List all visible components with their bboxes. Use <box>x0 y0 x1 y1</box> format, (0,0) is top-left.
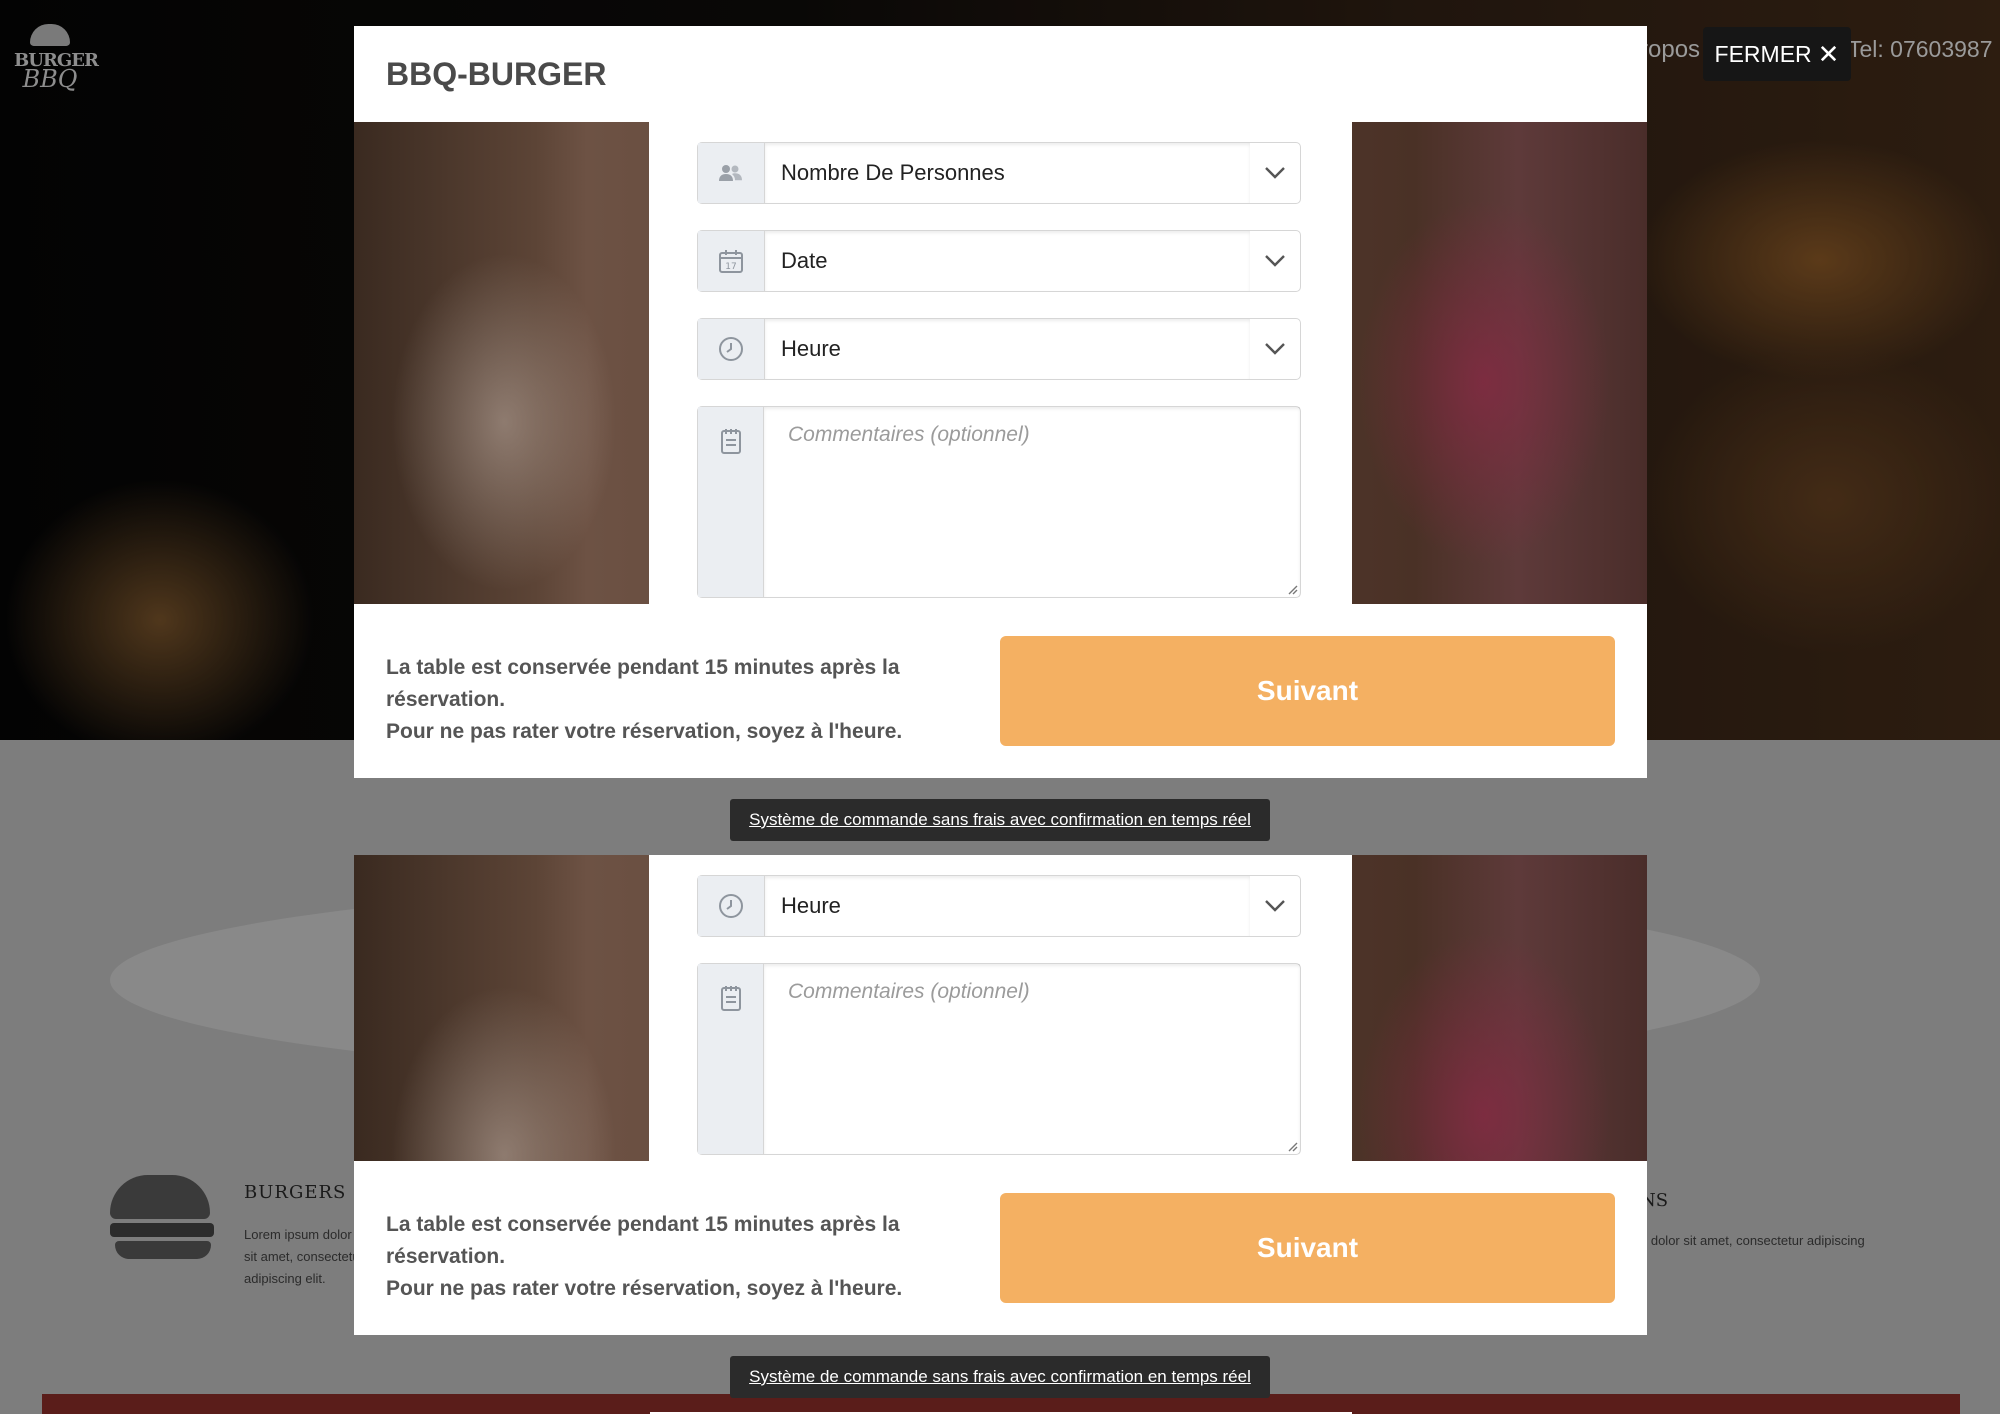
nav-link-about[interactable]: ropos <box>1640 36 1700 64</box>
nav-phone[interactable]: Tel: 07603987 <box>1848 36 1993 63</box>
time-select[interactable]: Heure <box>697 318 1301 380</box>
comments-textarea[interactable]: Commentaires (optionnel) <box>697 963 1301 1155</box>
close-button[interactable]: FERMER ✕ <box>1703 27 1851 81</box>
guests-value: Nombre De Personnes <box>765 143 1250 203</box>
clock-icon <box>698 319 765 379</box>
note-line: La table est conservée pendant 15 minute… <box>386 656 900 711</box>
close-label: FERMER <box>1714 40 1812 67</box>
notepad-icon <box>698 964 764 1154</box>
resize-handle-icon[interactable] <box>1286 1140 1298 1152</box>
time-select[interactable]: Heure <box>697 875 1301 937</box>
burger-illustration-icon <box>110 1175 215 1263</box>
form-panel: Heure Commentaires (optionnel) <box>649 855 1352 1161</box>
logo-burger-icon <box>30 24 70 46</box>
logo-script: BBQ <box>22 65 78 93</box>
modal-title: BBQ-BURGER <box>386 56 607 92</box>
date-select[interactable]: 17 Date <box>697 230 1301 292</box>
promo-link[interactable]: Système de commande sans frais avec conf… <box>730 799 1270 841</box>
modal-footer: La table est conservée pendant 15 minute… <box>354 604 1647 778</box>
time-value: Heure <box>765 876 1250 936</box>
date-value: Date <box>765 231 1250 291</box>
category-text: n dolor sit amet, consectetur adipiscing <box>1640 1233 1865 1248</box>
chevron-down-icon <box>1250 319 1300 379</box>
next-button[interactable]: Suivant <box>1000 636 1615 746</box>
next-button[interactable]: Suivant <box>1000 1193 1615 1303</box>
modal-header: BBQ-BURGER <box>354 26 1647 122</box>
reservation-note: La table est conservée pendant 15 minute… <box>386 652 966 748</box>
note-line: La table est conservée pendant 15 minute… <box>386 1213 900 1268</box>
calendar-icon: 17 <box>698 231 765 291</box>
close-icon: ✕ <box>1817 38 1840 69</box>
promo-link[interactable]: Système de commande sans frais avec conf… <box>730 1356 1270 1398</box>
chevron-down-icon <box>1250 231 1300 291</box>
category-title: BURGERS <box>244 1182 347 1203</box>
reservation-note: La table est conservée pendant 15 minute… <box>386 1209 966 1305</box>
time-value: Heure <box>765 319 1250 379</box>
modal-footer: La table est conservée pendant 15 minute… <box>354 1161 1647 1335</box>
category-text: Lorem ipsum dolor sit amet, consectetur … <box>244 1227 364 1286</box>
modal-body: Nombre De Personnes 17 Date Heure Commen… <box>354 122 1647 604</box>
clock-icon <box>698 876 765 936</box>
comments-placeholder: Commentaires (optionnel) <box>764 964 1300 1154</box>
comments-textarea[interactable]: Commentaires (optionnel) <box>697 406 1301 598</box>
notepad-icon <box>698 407 764 597</box>
chevron-down-icon <box>1250 143 1300 203</box>
chevron-down-icon <box>1250 876 1300 936</box>
calendar-day: 17 <box>725 262 736 272</box>
guests-select[interactable]: Nombre De Personnes <box>697 142 1301 204</box>
modal-body: Heure Commentaires (optionnel) <box>354 855 1647 1161</box>
comments-placeholder: Commentaires (optionnel) <box>764 407 1300 597</box>
resize-handle-icon[interactable] <box>1286 583 1298 595</box>
site-logo: BURGER BBQ <box>14 24 99 124</box>
people-icon <box>698 143 765 203</box>
form-panel: Nombre De Personnes 17 Date Heure Commen… <box>649 122 1352 604</box>
note-line: Pour ne pas rater votre réservation, soy… <box>386 1277 903 1300</box>
note-line: Pour ne pas rater votre réservation, soy… <box>386 720 903 743</box>
